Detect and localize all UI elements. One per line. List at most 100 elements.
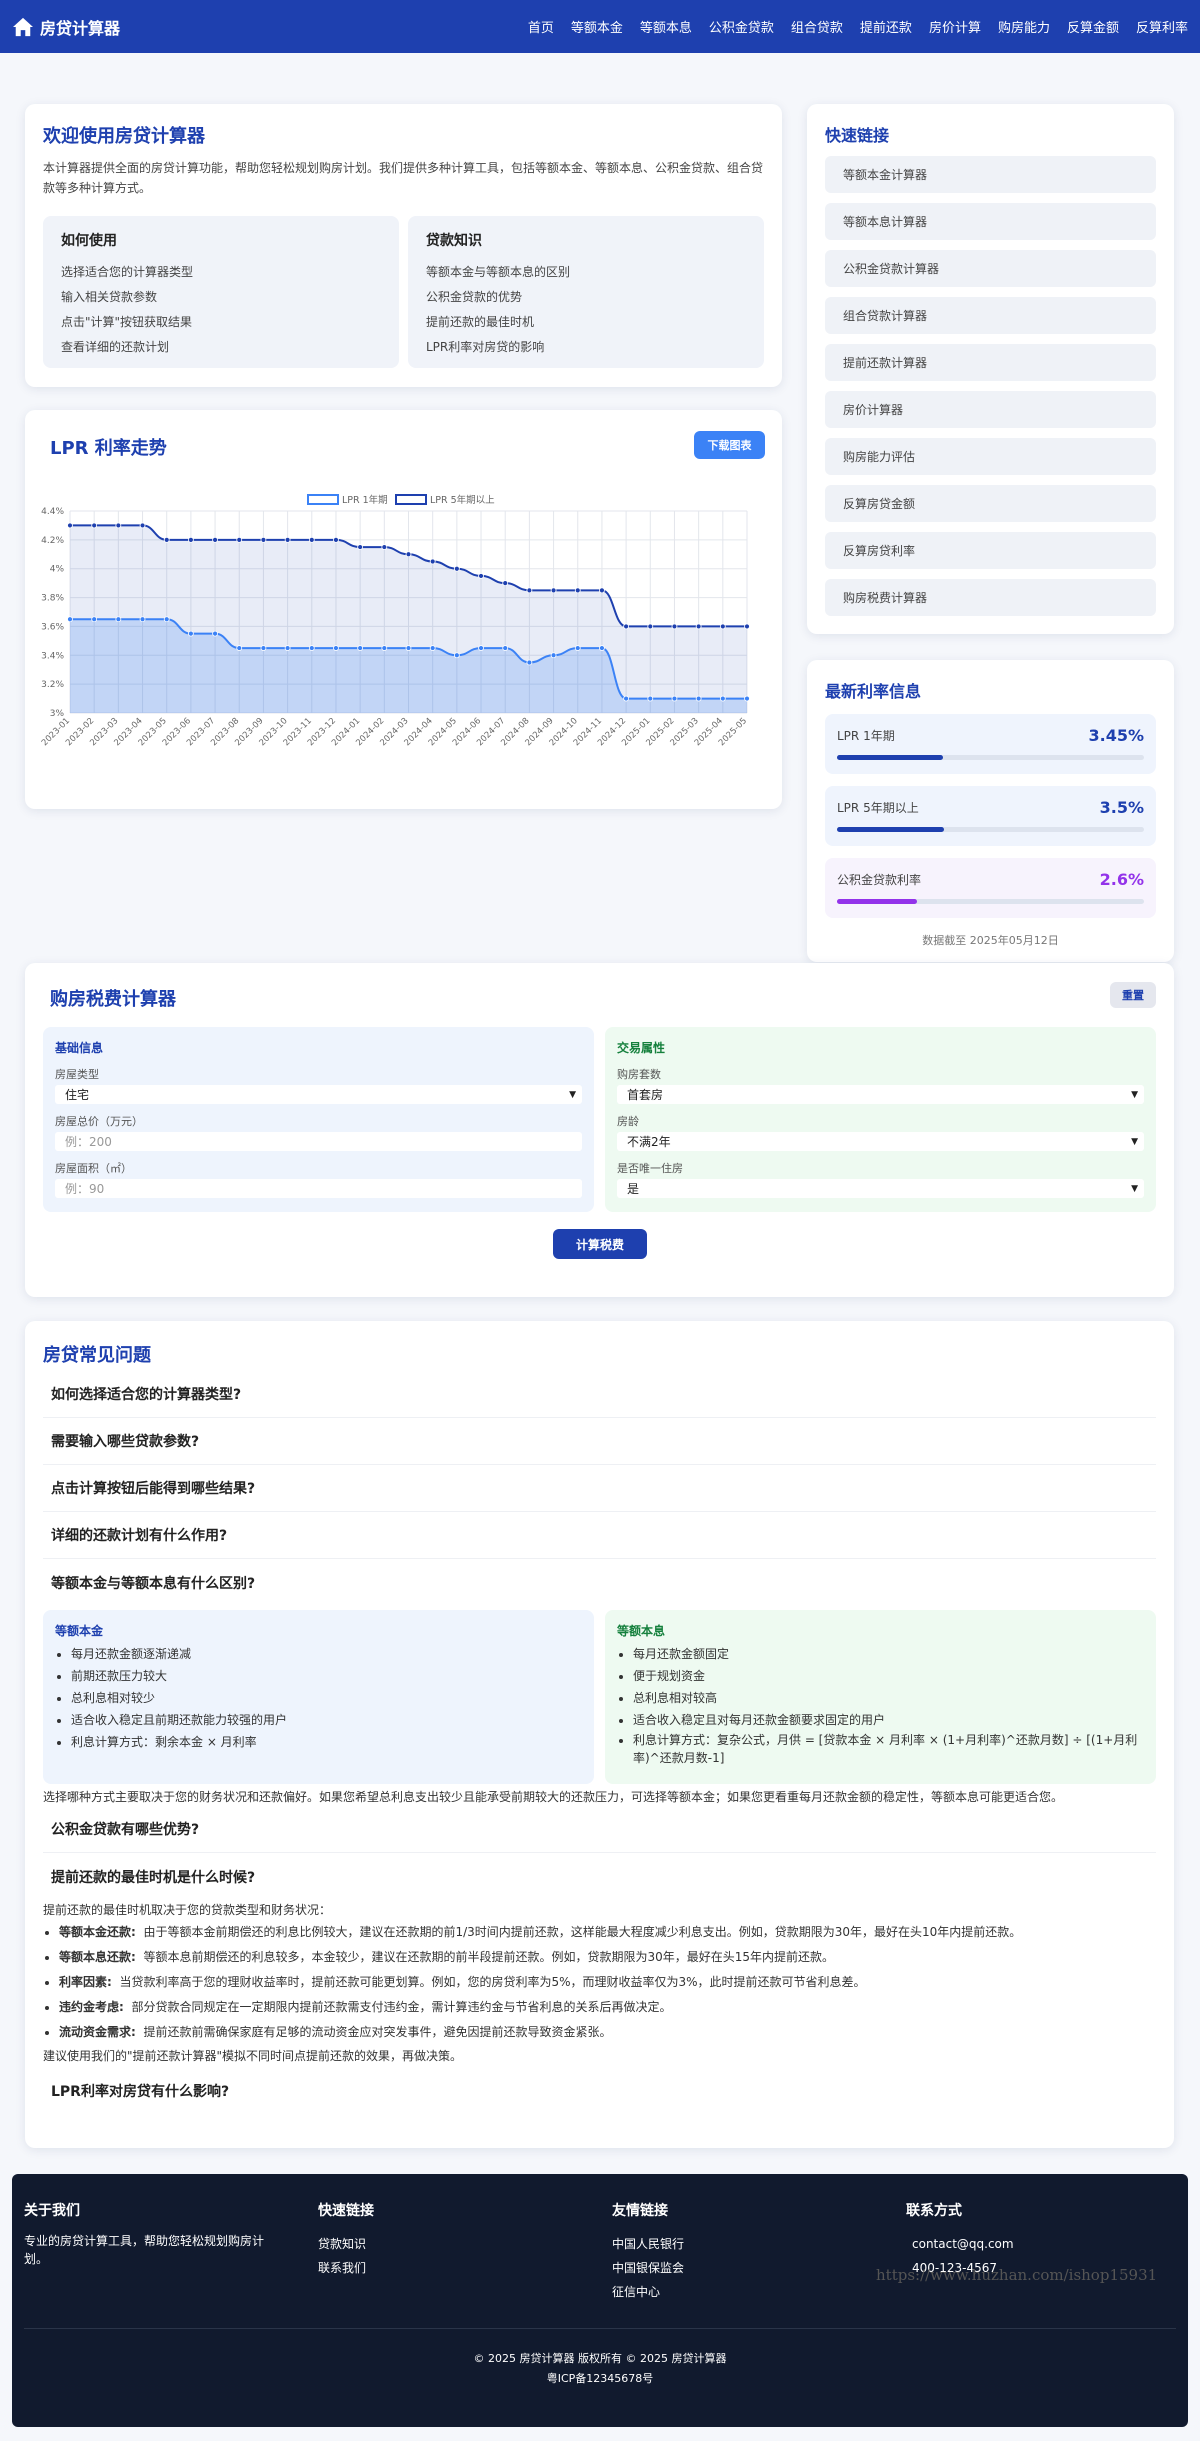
- brand[interactable]: 房贷计算器: [12, 15, 120, 39]
- quick-links-title: 快速链接: [825, 126, 890, 145]
- house-type-select[interactable]: 住宅 ▼: [55, 1085, 582, 1104]
- footer-link[interactable]: 贷款知识: [318, 2232, 374, 2256]
- nav-link-provident-fund[interactable]: 公积金贷款: [709, 17, 774, 36]
- prepay-tip-text: 当贷款利率高于您的理财收益率时，提前还款可能更划算。例如，您的房贷利率为5%，而…: [119, 1975, 866, 1989]
- welcome-title: 欢迎使用房贷计算器: [43, 126, 205, 147]
- prepay-tip: 违约金考虑: 部分贷款合同规定在一定期限内提前还款需支付违约金，需计算违约金与节…: [59, 1995, 1156, 2020]
- y-tick-label: 3.8%: [41, 594, 64, 604]
- y-tick-label: 3.4%: [41, 651, 64, 661]
- nav-link-house-price[interactable]: 房价计算: [929, 17, 981, 36]
- prepay-tip-key: 等额本金还款:: [59, 1925, 136, 1939]
- nav-link-prepayment[interactable]: 提前还款: [860, 17, 912, 36]
- house-count-select[interactable]: 首套房 ▼: [617, 1085, 1144, 1104]
- knowledge-item[interactable]: 提前还款的最佳时机: [426, 310, 746, 335]
- data-point: [381, 645, 388, 651]
- data-point: [405, 551, 412, 558]
- copyright-text: © 2025 房贷计算器 版权所有 © 2025 房贷计算器: [473, 2352, 727, 2365]
- prepay-tip-key: 等额本息还款:: [59, 1950, 136, 1964]
- prepay-tip: 利率因素: 当贷款利率高于您的理财收益率时，提前还款可能更划算。例如，您的房贷利…: [59, 1970, 1156, 1995]
- only-home-select[interactable]: 是 ▼: [617, 1179, 1144, 1198]
- footer-link[interactable]: 联系我们: [318, 2256, 374, 2280]
- quick-link-house-price[interactable]: 房价计算器: [825, 391, 1156, 428]
- chevron-down-icon: ▼: [1131, 1136, 1138, 1147]
- footer-friend-link[interactable]: 中国银保监会: [612, 2256, 684, 2280]
- data-point: [647, 623, 654, 630]
- prepay-tip-key: 利率因素:: [59, 1975, 112, 1989]
- data-point: [429, 558, 436, 565]
- knowledge-item[interactable]: 等额本金与等额本息的区别: [426, 260, 746, 285]
- rate-bar-fill: [837, 755, 943, 760]
- prepay-intro: 提前还款的最佳时机取决于您的贷款类型和财务状况：: [43, 1903, 332, 1917]
- nav-link-reverse-amount[interactable]: 反算金额: [1067, 17, 1119, 36]
- faq-question[interactable]: 点击计算按钮后能得到哪些结果?: [43, 1465, 1156, 1512]
- faq-question[interactable]: 公积金贷款有哪些优势?: [43, 1806, 1156, 1853]
- annuity-item: 便于规划资金: [633, 1665, 1144, 1687]
- quick-link-equal-principal[interactable]: 等额本金计算器: [825, 156, 1156, 193]
- legend-swatch: [395, 494, 427, 505]
- y-tick-label: 3.2%: [41, 680, 64, 690]
- principal-box: 等额本金 每月还款金额逐渐递减 前期还款压力较大 总利息相对较少 适合收入稳定且…: [43, 1610, 594, 1784]
- data-point: [647, 695, 654, 702]
- quick-link-combined-loan[interactable]: 组合贷款计算器: [825, 297, 1156, 334]
- rate-label: 公积金贷款利率: [837, 873, 922, 887]
- reset-button[interactable]: 重置: [1110, 982, 1156, 1008]
- faq-question[interactable]: 需要输入哪些贷款参数?: [43, 1418, 1156, 1465]
- principal-item: 总利息相对较少: [71, 1687, 582, 1709]
- faq-question-open[interactable]: 提前还款的最佳时机是什么时候?: [43, 1853, 1156, 1900]
- knowledge-item[interactable]: LPR利率对房贷的影响: [426, 335, 746, 360]
- prepay-tip-text: 由于等额本金前期偿还的利息比例较大，建议在还款期的前1/3时间内提前还款，这样能…: [143, 1925, 1022, 1939]
- data-point: [550, 587, 557, 594]
- nav-link-equal-installment[interactable]: 等额本息: [640, 17, 692, 36]
- quick-link-tax[interactable]: 购房税费计算器: [825, 579, 1156, 616]
- data-point: [236, 645, 243, 651]
- download-chart-button[interactable]: 下载图表: [694, 431, 765, 459]
- nav-link-combined-loan[interactable]: 组合贷款: [791, 17, 843, 36]
- quick-link-reverse-rate[interactable]: 反算房贷利率: [825, 532, 1156, 569]
- footer-friend-link[interactable]: 征信中心: [612, 2280, 684, 2304]
- chevron-down-icon: ▼: [1131, 1183, 1138, 1194]
- rate-bar-fill: [837, 827, 945, 832]
- data-point: [453, 565, 460, 572]
- rate-label: LPR 5年期以上: [837, 801, 919, 815]
- data-point: [381, 544, 388, 550]
- howto-title: 如何使用: [61, 233, 117, 249]
- footer-divider: [24, 2328, 1176, 2329]
- house-type-value: 住宅: [65, 1088, 90, 1102]
- house-price-input[interactable]: 例：200: [55, 1132, 582, 1151]
- annuity-item: 适合收入稳定且对每月还款金额要求固定的用户: [633, 1709, 1144, 1731]
- basic-info-title: 基础信息: [55, 1041, 104, 1055]
- quick-link-reverse-amount[interactable]: 反算房贷金额: [825, 485, 1156, 522]
- faq-question[interactable]: 详细的还款计划有什么作用?: [43, 1512, 1156, 1559]
- data-point: [91, 522, 98, 529]
- faq-question[interactable]: LPR利率对房贷有什么影响?: [43, 2067, 1156, 2114]
- data-point: [526, 659, 533, 666]
- quick-link-affordability[interactable]: 购房能力评估: [825, 438, 1156, 475]
- faq-question[interactable]: 如何选择适合您的计算器类型?: [43, 1371, 1156, 1418]
- house-area-input[interactable]: 例：90: [55, 1179, 582, 1198]
- footer-friend-link[interactable]: 中国人民银行: [612, 2232, 684, 2256]
- nav-link-home[interactable]: 首页: [528, 17, 554, 36]
- house-age-select[interactable]: 不满2年 ▼: [617, 1132, 1144, 1151]
- rate-lpr-5y: LPR 5年期以上 3.5%: [825, 786, 1156, 846]
- prepay-tip-text: 提前还款前需确保家庭有足够的流动资金应对突发事件，避免因提前还款导致资金紧张。: [143, 2025, 612, 2039]
- nav-link-reverse-rate[interactable]: 反算利率: [1136, 17, 1188, 36]
- data-point: [308, 536, 315, 543]
- nav-link-affordability[interactable]: 购房能力: [998, 17, 1050, 36]
- basic-info-panel: 基础信息 房屋类型 住宅 ▼ 房屋总价（万元） 例：200 房屋面积（㎡） 例：9…: [43, 1027, 594, 1212]
- calculate-tax-button[interactable]: 计算税费: [553, 1229, 647, 1259]
- home-icon: [13, 17, 33, 36]
- quick-link-prepayment[interactable]: 提前还款计算器: [825, 344, 1156, 381]
- top-navbar: 房贷计算器 首页 等额本金 等额本息 公积金贷款 组合贷款 提前还款 房价计算 …: [0, 0, 1200, 53]
- quick-link-provident-fund[interactable]: 公积金贷款计算器: [825, 250, 1156, 287]
- only-home-label: 是否唯一住房: [617, 1162, 683, 1175]
- faq-question-open[interactable]: 等额本金与等额本息有什么区别?: [43, 1559, 1156, 1606]
- data-point: [695, 623, 702, 630]
- data-point: [91, 616, 98, 623]
- faq-card: 房贷常见问题 如何选择适合您的计算器类型? 需要输入哪些贷款参数? 点击计算按钮…: [25, 1321, 1174, 2148]
- nav-link-equal-principal[interactable]: 等额本金: [571, 17, 623, 36]
- footer-email[interactable]: contact@qq.com: [906, 2232, 1014, 2256]
- data-point: [478, 573, 484, 579]
- quick-link-equal-installment[interactable]: 等额本息计算器: [825, 203, 1156, 240]
- knowledge-item[interactable]: 公积金贷款的优势: [426, 285, 746, 310]
- knowledge-box: 贷款知识 等额本金与等额本息的区别 公积金贷款的优势 提前还款的最佳时机 LPR…: [408, 216, 764, 368]
